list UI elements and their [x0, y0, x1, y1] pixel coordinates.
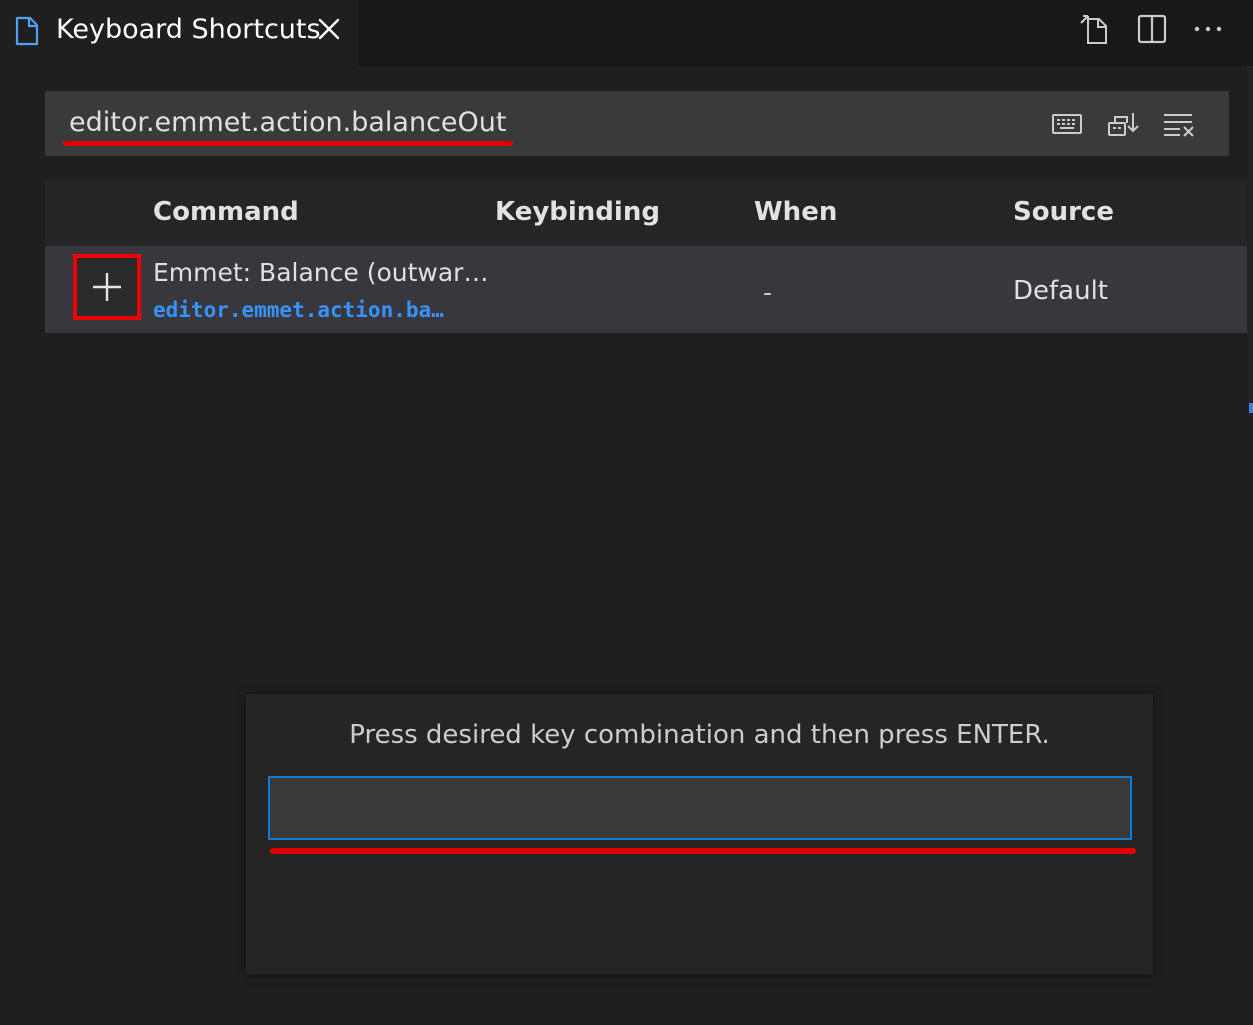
sort-by-precedence-icon[interactable]	[1105, 107, 1141, 141]
close-icon[interactable]	[316, 14, 342, 44]
table-row[interactable]: Emmet: Balance (outwar… editor.emmet.act…	[45, 246, 1253, 333]
header-command[interactable]: Command	[153, 197, 299, 227]
keybinding-input[interactable]	[268, 776, 1132, 840]
header-source[interactable]: Source	[1013, 197, 1114, 227]
split-editor-icon[interactable]	[1133, 10, 1171, 48]
tab-keyboard-shortcuts[interactable]: Keyboard Shortcuts	[0, 0, 358, 66]
open-file-icon[interactable]	[1077, 10, 1115, 48]
search-input[interactable]: editor.emmet.action.balanceOut	[69, 107, 507, 138]
search-annotation-underline	[63, 141, 513, 146]
record-keys-icon[interactable]	[1049, 107, 1085, 141]
scrollbar-marker	[1249, 403, 1253, 413]
scrollbar[interactable]	[1247, 66, 1253, 416]
more-actions-icon[interactable]	[1189, 10, 1227, 48]
source-cell: Default	[1013, 276, 1108, 306]
table-header: Command Keybinding When Source	[45, 180, 1253, 246]
file-icon	[14, 16, 40, 46]
header-keybinding[interactable]: Keybinding	[495, 197, 660, 227]
header-when[interactable]: When	[754, 197, 837, 227]
dialog-annotation-underline	[270, 848, 1136, 854]
keybindings-search[interactable]: editor.emmet.action.balanceOut	[45, 91, 1229, 156]
search-actions	[1049, 107, 1197, 141]
dialog-message: Press desired key combination and then p…	[349, 720, 1050, 750]
when-cell: -	[763, 278, 773, 307]
editor-actions	[1077, 10, 1227, 48]
tab-bar: Keyboard Shortcuts	[0, 0, 1253, 66]
add-keybinding-button[interactable]	[73, 254, 141, 320]
plus-icon	[93, 273, 121, 301]
command-label: Emmet: Balance (outwar…	[153, 258, 489, 287]
tab-title: Keyboard Shortcuts	[56, 14, 321, 45]
define-keybinding-dialog: Press desired key combination and then p…	[246, 694, 1153, 974]
command-id: editor.emmet.action.ba…	[153, 298, 444, 322]
clear-filter-icon[interactable]	[1161, 107, 1197, 141]
